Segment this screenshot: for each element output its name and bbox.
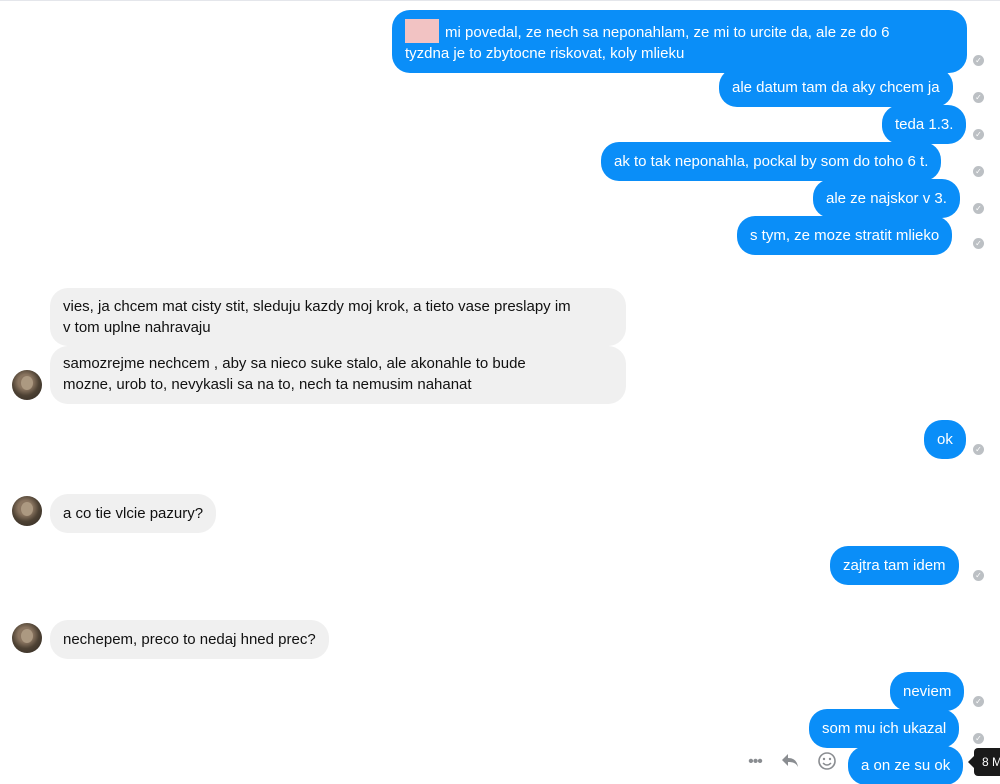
seen-check-icon: ✓ — [973, 238, 984, 249]
message-text: ok — [937, 431, 953, 448]
message-incoming[interactable]: a co tie vlcie pazury? — [50, 494, 217, 533]
seen-check-icon: ✓ — [973, 733, 984, 744]
message-text: a on ze su ok — [861, 757, 951, 774]
contact-avatar[interactable] — [12, 370, 42, 400]
contact-avatar[interactable] — [12, 496, 42, 526]
message-outgoing[interactable]: zajtra tam idem — [830, 546, 959, 585]
contact-avatar[interactable] — [12, 623, 42, 653]
seen-check-icon: ✓ — [973, 444, 984, 455]
seen-check-icon: ✓ — [973, 570, 984, 581]
message-outgoing[interactable]: ale datum tam da aky chcem ja — [719, 68, 953, 107]
message-text: nechepem, preco to nedaj hned prec? — [63, 631, 316, 648]
message-outgoing[interactable]: a on ze su ok — [848, 746, 964, 784]
message-text: vies, ja chcem mat cisty stit, sleduju k… — [63, 298, 571, 315]
more-dots-icon[interactable]: ••• — [744, 751, 766, 773]
message-text: ak to tak neponahla, pockal by som do to… — [614, 153, 929, 170]
message-text: v tom uplne nahravaju — [63, 319, 211, 336]
message-text: a co tie vlcie pazury? — [63, 505, 204, 522]
reply-icon[interactable] — [779, 751, 801, 773]
message-text: mi povedal, ze nech sa neponahlam, ze mi… — [445, 24, 890, 41]
timestamp-tooltip: 8 M — [968, 748, 1000, 776]
message-outgoing[interactable]: ale ze najskor v 3. — [813, 179, 960, 218]
message-outgoing[interactable]: neviem — [890, 672, 965, 711]
message-incoming[interactable]: samozrejme nechcem , aby sa nieco suke s… — [50, 346, 626, 404]
message-text: tyzdna je to zbytocne riskovat, koly mli… — [405, 45, 685, 62]
message-text: ale datum tam da aky chcem ja — [732, 79, 940, 96]
message-outgoing[interactable]: som mu ich ukazal — [809, 709, 960, 748]
seen-check-icon: ✓ — [973, 92, 984, 103]
message-text: zajtra tam idem — [843, 557, 946, 574]
message-text: ale ze najskor v 3. — [826, 190, 947, 207]
message-text: s tym, ze moze stratit mlieko — [750, 227, 940, 244]
emoji-react-icon[interactable] — [816, 751, 838, 773]
message-outgoing[interactable]: s tym, ze moze stratit mlieko — [737, 216, 953, 255]
message-text: mozne, urob to, nevykasli sa na to, nech… — [63, 376, 472, 393]
message-incoming[interactable]: vies, ja chcem mat cisty stit, sleduju k… — [50, 288, 626, 346]
message-text: teda 1.3. — [895, 116, 954, 133]
seen-check-icon: ✓ — [973, 203, 984, 214]
message-text: samozrejme nechcem , aby sa nieco suke s… — [63, 355, 526, 372]
message-outgoing[interactable]: ok — [924, 420, 966, 459]
seen-check-icon: ✓ — [973, 166, 984, 177]
message-outgoing[interactable]: ak to tak neponahla, pockal by som do to… — [601, 142, 942, 181]
top-divider — [0, 0, 1000, 1]
message-text: neviem — [903, 683, 952, 700]
message-outgoing[interactable]: teda 1.3. — [882, 105, 967, 144]
message-outgoing[interactable]: mi povedal, ze nech sa neponahlam, ze mi… — [392, 10, 967, 73]
message-incoming[interactable]: nechepem, preco to nedaj hned prec? — [50, 620, 329, 659]
seen-check-icon: ✓ — [973, 696, 984, 707]
seen-check-icon: ✓ — [973, 129, 984, 140]
redacted-name — [405, 19, 439, 43]
seen-check-icon: ✓ — [973, 55, 984, 66]
message-text: som mu ich ukazal — [822, 720, 947, 737]
